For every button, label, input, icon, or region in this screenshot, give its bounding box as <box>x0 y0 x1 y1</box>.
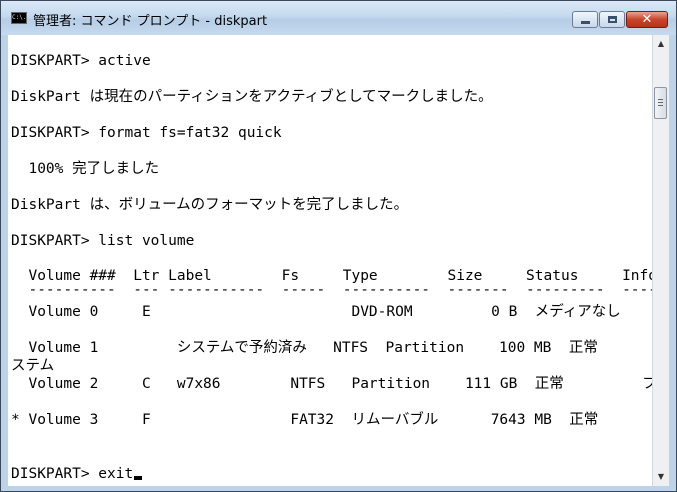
console-line: DiskPart は現在のパーティションをアクティブとしてマークしました。 <box>11 89 493 105</box>
console-line: DiskPart は、ボリュームのフォーマットを完了しました。 <box>11 197 409 213</box>
grip-line <box>658 102 663 103</box>
cmd-icon: C:\. <box>11 12 27 24</box>
console-prompt-line[interactable]: DISKPART> exit <box>11 465 143 483</box>
window-title: 管理者: コマンド プロンプト - diskpart <box>33 14 268 29</box>
title-bar[interactable]: C:\. 管理者: コマンド プロンプト - diskpart ✕ <box>1 1 676 35</box>
console-line: DISKPART> format fs=fat32 quick <box>11 125 282 141</box>
console-output[interactable]: DISKPART> active DiskPart は現在のパーティションをアク… <box>8 35 652 486</box>
console-line: DISKPART> active <box>11 53 151 69</box>
console-line: ---------- --- ----------- ----- -------… <box>11 282 652 298</box>
console-line: DISKPART> list volume <box>11 233 195 249</box>
console-line: 100% 完了しました <box>11 161 160 177</box>
close-button[interactable]: ✕ <box>626 11 668 28</box>
window-controls: ✕ <box>571 11 668 28</box>
text-cursor <box>134 476 143 480</box>
command-prompt-window: C:\. 管理者: コマンド プロンプト - diskpart ✕ DISKPA… <box>0 0 677 492</box>
grip-line <box>658 105 663 106</box>
grip-line <box>658 99 663 100</box>
scroll-down-arrow-icon[interactable]: ▼ <box>653 469 669 485</box>
maximize-button[interactable] <box>599 11 625 28</box>
scroll-up-arrow-icon[interactable]: ▲ <box>653 36 669 52</box>
prompt-text: DISKPART> exit <box>11 466 134 482</box>
console-line: ステム <box>11 358 55 374</box>
console-line: * Volume 3 F FAT32 リムーバブル 7643 MB 正常 <box>11 412 599 428</box>
minimize-icon <box>581 21 590 24</box>
scrollbar-thumb[interactable] <box>654 87 667 119</box>
vertical-scrollbar[interactable]: ▲ ▼ <box>652 35 669 486</box>
maximize-icon <box>608 16 617 23</box>
console-line: Volume 0 E DVD-ROM 0 B メディアなし <box>11 304 621 320</box>
console-line: Volume 2 C w7x86 NTFS Partition 111 GB 正… <box>11 376 652 392</box>
console-line: Volume 1 システムで予約済み NTFS Partition 100 MB… <box>11 340 652 356</box>
minimize-button[interactable] <box>572 11 598 28</box>
close-icon: ✕ <box>641 12 653 27</box>
